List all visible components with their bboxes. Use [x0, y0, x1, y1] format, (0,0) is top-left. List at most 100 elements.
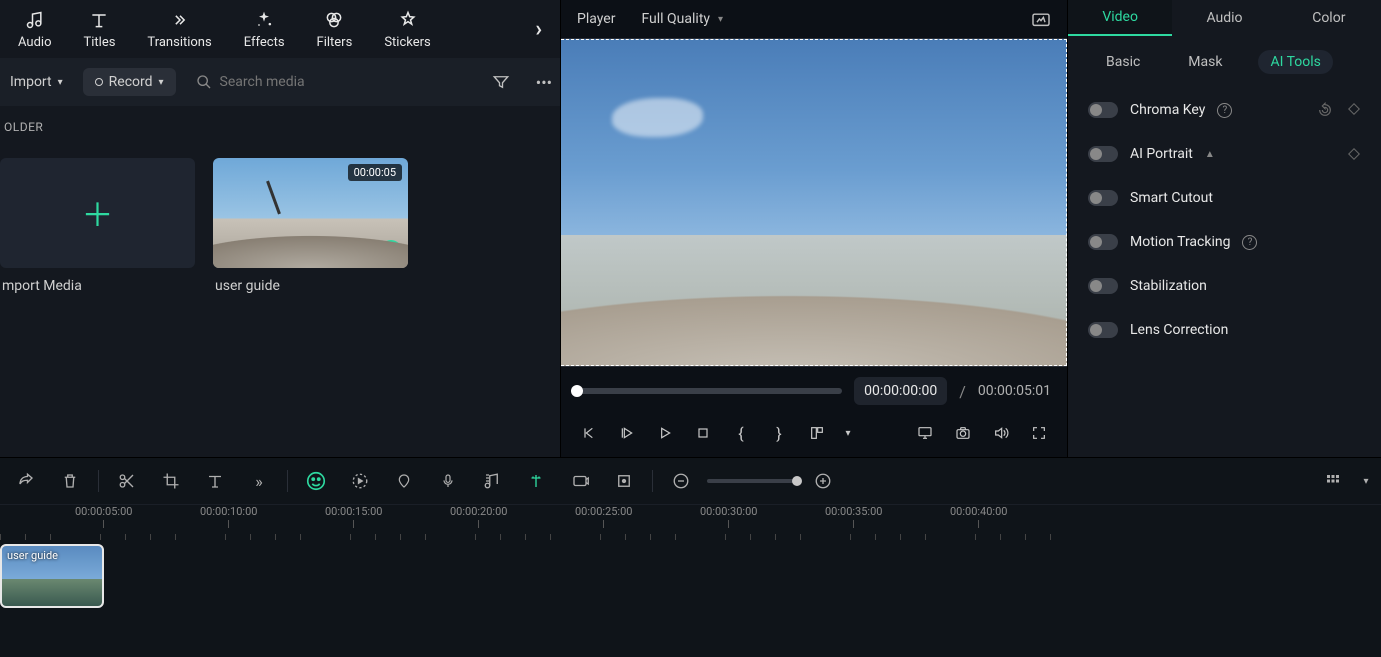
prop-chroma-key: Chroma Key ? — [1068, 88, 1381, 132]
media-panel: Audio Titles Transitions Effects Filters… — [0, 0, 560, 457]
speed-button[interactable] — [342, 465, 378, 497]
tag-button[interactable] — [386, 465, 422, 497]
delete-button[interactable] — [52, 465, 88, 497]
text-button[interactable] — [197, 465, 233, 497]
marker-button[interactable] — [518, 465, 554, 497]
media-toolbar: Import ▾ Record ▾ ••• — [0, 58, 560, 106]
info-icon[interactable]: ? — [1242, 235, 1257, 250]
collapse-icon[interactable]: ▲ — [1205, 149, 1215, 160]
snap-button[interactable] — [606, 465, 642, 497]
import-button[interactable]: Import ▾ — [0, 68, 73, 96]
zoom-thumb[interactable] — [792, 476, 802, 486]
more-options-icon[interactable]: ••• — [528, 69, 560, 96]
plus-icon: ＋ — [81, 190, 113, 236]
more-tools-button[interactable]: » — [241, 465, 277, 497]
timeline-clip[interactable]: user guide — [0, 544, 104, 608]
tab-label: Audio — [1206, 10, 1242, 26]
play-button[interactable] — [649, 419, 681, 447]
search-input[interactable] — [220, 74, 464, 90]
preview-image — [561, 39, 1067, 366]
play-reverse-button[interactable] — [611, 419, 643, 447]
subtab-ai-tools[interactable]: AI Tools — [1258, 50, 1332, 74]
tab-audio-props[interactable]: Audio — [1172, 0, 1276, 36]
prop-label: Chroma Key — [1130, 102, 1205, 118]
asset-tabs: Audio Titles Transitions Effects Filters… — [0, 0, 560, 58]
media-clip-card[interactable]: 00:00:05 ✓ user guide — [213, 158, 408, 457]
prop-smart-cutout: Smart Cutout — [1068, 176, 1381, 220]
chevron-down-icon: ▾ — [159, 77, 164, 88]
lens-toggle[interactable] — [1088, 322, 1118, 338]
tab-stickers[interactable]: Stickers — [384, 9, 430, 50]
split-button[interactable] — [109, 465, 145, 497]
info-icon[interactable]: ? — [1217, 103, 1232, 118]
duration-badge: 00:00:05 — [348, 164, 402, 181]
ai-button[interactable] — [298, 465, 334, 497]
prop-label: Stabilization — [1130, 278, 1207, 294]
keyframe-icon[interactable] — [1347, 102, 1361, 118]
subtab-basic[interactable]: Basic — [1094, 50, 1152, 74]
ruler-tick: 00:00:25:00 — [575, 505, 632, 528]
zoom-slider[interactable] — [707, 479, 797, 483]
quality-dropdown[interactable]: Full Quality ▾ — [633, 7, 731, 31]
check-icon: ✓ — [380, 240, 402, 262]
scrub-row: 00:00:00:00 / 00:00:05:01 — [561, 367, 1067, 415]
timeline-ruler[interactable]: 00:00:05:0000:00:10:0000:00:15:0000:00:2… — [0, 504, 1381, 544]
tab-titles[interactable]: Titles — [83, 9, 115, 50]
prop-lens-correction: Lens Correction — [1068, 308, 1381, 352]
preview-viewport[interactable] — [561, 38, 1067, 367]
zoom-out-button[interactable] — [663, 465, 699, 497]
import-label: mport Media — [0, 278, 195, 294]
portrait-toggle[interactable] — [1088, 146, 1118, 162]
render-button[interactable] — [562, 465, 598, 497]
tab-transitions[interactable]: Transitions — [147, 9, 211, 50]
tab-color[interactable]: Color — [1277, 0, 1381, 36]
scrub-bar[interactable] — [577, 388, 842, 394]
time-duration: 00:00:05:01 — [978, 383, 1051, 399]
snapshot-icon[interactable] — [1031, 11, 1051, 27]
tab-label: Transitions — [147, 35, 211, 50]
prop-stabilization: Stabilization — [1068, 264, 1381, 308]
prev-frame-button[interactable] — [573, 419, 605, 447]
import-thumbnail[interactable]: ＋ — [0, 158, 195, 268]
audio-track-button[interactable] — [474, 465, 510, 497]
volume-button[interactable] — [985, 419, 1017, 447]
scrub-thumb[interactable] — [571, 385, 583, 397]
cutout-toggle[interactable] — [1088, 190, 1118, 206]
reset-icon[interactable] — [1317, 102, 1333, 118]
tab-label: Filters — [317, 35, 353, 50]
tracking-toggle[interactable] — [1088, 234, 1118, 250]
camera-icon[interactable] — [947, 419, 979, 447]
layout-chevron[interactable]: ▾ — [839, 419, 857, 447]
voice-button[interactable] — [430, 465, 466, 497]
crop-button[interactable] — [153, 465, 189, 497]
mark-out-button[interactable]: } — [763, 419, 795, 447]
stop-button[interactable] — [687, 419, 719, 447]
chroma-toggle[interactable] — [1088, 102, 1118, 118]
filter-icon[interactable] — [484, 69, 518, 95]
timeline-tracks[interactable]: user guide — [0, 544, 1381, 657]
properties-panel: Video Audio Color Basic Mask AI Tools Ch… — [1068, 0, 1381, 457]
quality-value: Full Quality — [641, 11, 710, 27]
subtab-label: Basic — [1106, 54, 1140, 70]
film-icon — [219, 246, 235, 262]
record-button[interactable]: Record ▾ — [83, 68, 176, 96]
track-layout-chevron[interactable]: ▾ — [1359, 465, 1373, 497]
layout-dropdown[interactable] — [801, 419, 833, 447]
tab-audio[interactable]: Audio — [18, 9, 51, 50]
stab-toggle[interactable] — [1088, 278, 1118, 294]
tab-effects[interactable]: Effects — [244, 9, 285, 50]
track-layout-button[interactable] — [1315, 465, 1351, 497]
tab-filters[interactable]: Filters — [317, 9, 353, 50]
fullscreen-button[interactable] — [1023, 419, 1055, 447]
zoom-in-button[interactable] — [805, 465, 841, 497]
more-tabs-arrow[interactable]: › — [535, 17, 542, 42]
keyframe-icon[interactable] — [1347, 147, 1361, 161]
tab-video[interactable]: Video — [1068, 0, 1172, 36]
clip-thumbnail[interactable]: 00:00:05 ✓ — [213, 158, 408, 268]
subtab-mask[interactable]: Mask — [1176, 50, 1234, 74]
import-media-card[interactable]: ＋ mport Media — [0, 158, 195, 457]
display-settings-button[interactable] — [909, 419, 941, 447]
ruler-tick: 00:00:30:00 — [700, 505, 757, 528]
redo-button[interactable] — [8, 465, 44, 497]
mark-in-button[interactable]: { — [725, 419, 757, 447]
